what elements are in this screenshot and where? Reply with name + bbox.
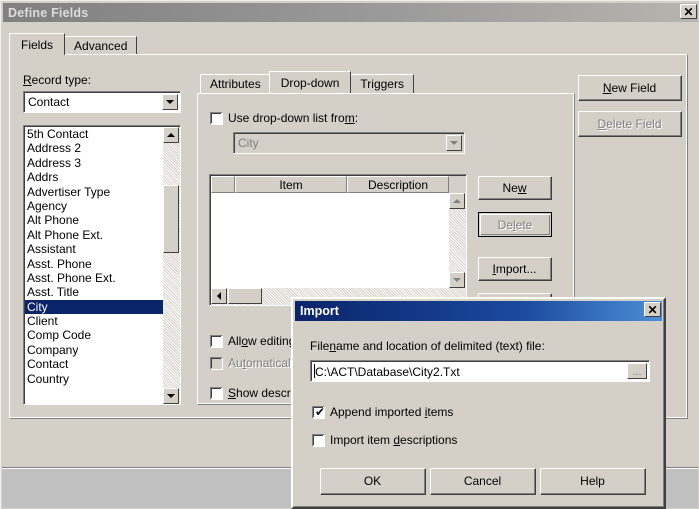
browse-button[interactable]: ...: [627, 363, 647, 379]
list-item[interactable]: Contact: [25, 357, 163, 371]
scroll-down-icon[interactable]: [449, 272, 465, 288]
list-item[interactable]: Asst. Phone Ext.: [25, 271, 163, 285]
list-item[interactable]: Assistant: [25, 242, 163, 256]
grid-col-blank[interactable]: [211, 176, 235, 193]
record-type-label: Record type:: [23, 73, 92, 87]
grid-col-description[interactable]: Description: [347, 176, 449, 193]
scroll-up-icon[interactable]: [449, 193, 465, 209]
field-list[interactable]: 5th Contact Address 2 Address 3 Addrs Advert…: [23, 125, 181, 405]
dropdown-source-combo[interactable]: City: [233, 132, 465, 154]
filename-value: C:\ACT\Database\City2.Txt: [315, 365, 460, 379]
list-item[interactable]: Comp Code: [25, 328, 163, 342]
list-item[interactable]: Asst. Phone: [25, 257, 163, 271]
tab-attributes[interactable]: Attributes: [200, 74, 271, 93]
field-list-vscrollbar[interactable]: [163, 127, 180, 404]
scroll-left-icon[interactable]: [211, 288, 227, 304]
new-field-button[interactable]: New Field: [578, 75, 682, 101]
tab-dropdown[interactable]: Drop-down: [268, 71, 352, 93]
tab-advanced-label: Advanced: [74, 39, 128, 53]
list-item[interactable]: Agency: [25, 199, 163, 213]
dropdown-source-value: City: [238, 136, 259, 150]
list-item[interactable]: Asst. Title: [25, 285, 163, 299]
list-item[interactable]: 5th Contact: [25, 127, 163, 141]
delete-field-button[interactable]: Delete Field: [578, 111, 682, 137]
tab-fields[interactable]: Fields: [9, 33, 66, 55]
close-icon[interactable]: ✕: [644, 302, 661, 317]
inner-tabstrip: Attributes Drop-down Triggers: [200, 71, 414, 93]
scroll-up-icon[interactable]: [163, 127, 179, 143]
checkbox-box: [210, 356, 223, 370]
list-item[interactable]: Country: [25, 372, 163, 386]
new-item-button[interactable]: Ne w: [478, 176, 552, 200]
filename-input[interactable]: C:\ACT\Database\City2.Txt ...: [310, 360, 650, 382]
use-dropdown-list-checkbox[interactable]: Use drop-down list from:: [210, 111, 358, 125]
use-dropdown-list-label: Use drop-down list from:: [228, 111, 359, 125]
tab-attributes-label: Attributes: [210, 77, 261, 91]
checkbox-box: [312, 433, 325, 447]
close-icon[interactable]: ✕: [680, 4, 697, 19]
list-item[interactable]: Alt Phone: [25, 213, 163, 227]
record-type-value: Contact: [28, 95, 70, 109]
import-titlebar[interactable]: Import ✕: [295, 301, 662, 321]
tab-advanced[interactable]: Advanced: [64, 36, 138, 55]
define-fields-screen: Define Fields ✕ Fields Advanced Record t…: [0, 0, 699, 509]
import-item-descriptions-checkbox[interactable]: Import item descriptions: [312, 433, 457, 447]
tab-fields-label: Fields: [21, 37, 54, 52]
cancel-button[interactable]: Cancel: [430, 468, 536, 495]
main-titlebar[interactable]: Define Fields ✕: [3, 3, 698, 22]
tab-triggers[interactable]: Triggers: [350, 74, 414, 93]
list-item[interactable]: Alt Phone Ext.: [25, 228, 163, 242]
chevron-down-icon[interactable]: [446, 135, 462, 151]
list-item[interactable]: Address 2: [25, 141, 163, 155]
dropdown-items-grid[interactable]: Item Description: [209, 174, 467, 306]
outer-tabstrip: Fields Advanced: [9, 33, 138, 55]
grid-col-item[interactable]: Item: [235, 176, 347, 193]
help-button[interactable]: Help: [540, 468, 646, 495]
list-item[interactable]: Address 3: [25, 156, 163, 170]
scroll-thumb[interactable]: [228, 288, 262, 304]
field-list-items[interactable]: 5th Contact Address 2 Address 3 Addrs Advert…: [25, 127, 163, 404]
delete-item-button[interactable]: De l ete: [478, 212, 552, 237]
append-imported-items-checkbox[interactable]: ✔ Append imported items: [312, 405, 453, 419]
checkbox-box: [210, 334, 223, 348]
check-icon: ✔: [315, 404, 326, 419]
grid-vscrollbar[interactable]: [449, 193, 466, 288]
import-dialog: Import ✕ Filename and location of delimi…: [291, 297, 666, 509]
tab-triggers-label: Triggers: [360, 77, 404, 91]
import-item-descriptions-label: Import item descriptions: [330, 433, 458, 447]
scroll-thumb[interactable]: [163, 185, 179, 253]
scroll-down-icon[interactable]: [163, 388, 179, 404]
checkbox-box: ✔: [312, 404, 326, 419]
record-type-combo[interactable]: Contact: [23, 91, 181, 113]
import-dialog-title: Import: [300, 304, 339, 318]
filename-label: Filename and location of delimited (text…: [310, 339, 545, 353]
grid-header-row: Item Description: [211, 176, 466, 193]
append-imported-items-label: Append imported items: [330, 405, 454, 419]
window-title: Define Fields: [8, 5, 89, 20]
checkbox-box: [210, 111, 223, 125]
import-button[interactable]: Import...: [478, 257, 552, 281]
list-item[interactable]: Addrs: [25, 170, 163, 184]
checkbox-box: [210, 386, 223, 400]
list-item[interactable]: Advertiser Type: [25, 185, 163, 199]
list-item[interactable]: Company: [25, 343, 163, 357]
list-item[interactable]: City: [25, 299, 163, 315]
chevron-down-icon[interactable]: [162, 94, 178, 110]
list-item[interactable]: Client: [25, 314, 163, 328]
tab-dropdown-label: Drop-down: [280, 75, 340, 90]
ok-button[interactable]: OK: [320, 468, 426, 495]
